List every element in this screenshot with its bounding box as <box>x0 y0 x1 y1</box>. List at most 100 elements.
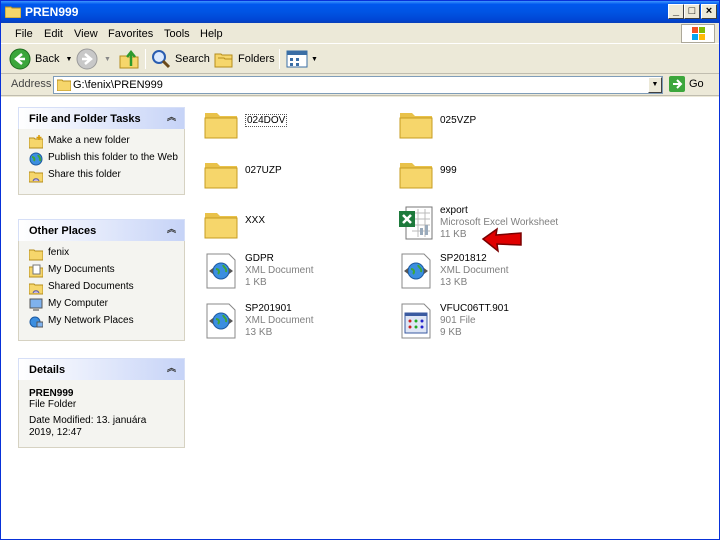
xml-document-icon <box>206 303 236 339</box>
up-folder-icon <box>119 49 139 69</box>
panel-body: fenix My Documents Shared Documents My C… <box>18 241 185 341</box>
file-size: 13 KB <box>440 277 468 288</box>
place-label: My Documents <box>48 264 115 275</box>
file-item[interactable]: GDPR XML Document 1 KB <box>203 253 314 289</box>
file-item[interactable]: VFUC06TT.901 901 File 9 KB <box>398 303 509 339</box>
task-pane: File and Folder Tasks ︽ Make a new folde… <box>1 97 197 539</box>
panel-header[interactable]: Other Places ︽ <box>18 219 185 241</box>
share-folder-icon <box>29 171 43 183</box>
my-documents-icon <box>29 264 43 278</box>
collapse-chevron-icon[interactable]: ︽ <box>165 224 178 237</box>
toolbar-separator <box>279 49 280 69</box>
menu-help[interactable]: Help <box>200 28 223 40</box>
file-item[interactable]: SP201901 XML Document 13 KB <box>203 303 314 339</box>
panel-header[interactable]: Details ︽ <box>18 358 185 380</box>
file-name: GDPR <box>245 253 274 264</box>
go-button[interactable]: Go <box>669 76 704 92</box>
file-size: 1 KB <box>245 277 267 288</box>
place-shared-documents[interactable]: Shared Documents <box>29 281 184 295</box>
panel-title: Other Places <box>29 225 97 237</box>
address-input[interactable]: G:\fenix\PREN999 ▼ <box>53 76 663 94</box>
xml-document-icon <box>206 253 236 289</box>
menu-view[interactable]: View <box>74 28 98 40</box>
file-name: SP201901 <box>245 303 292 314</box>
address-value: G:\fenix\PREN999 <box>73 79 163 91</box>
collapse-chevron-icon[interactable]: ︽ <box>165 363 178 376</box>
new-folder-icon <box>29 135 43 149</box>
close-button[interactable]: × <box>701 4 717 19</box>
file-item[interactable]: 024DOV <box>203 105 288 141</box>
back-button[interactable]: Back ▼ <box>9 48 72 70</box>
details-panel: Details ︽ PREN999 File Folder Date Modif… <box>18 358 185 448</box>
file-item[interactable]: SP201812 XML Document 13 KB <box>398 253 509 289</box>
red-arrow-icon <box>481 227 522 253</box>
place-my-network-places[interactable]: My Network Places <box>29 315 184 329</box>
back-label: Back <box>35 53 60 65</box>
task-publish-folder[interactable]: Publish this folder to the Web <box>29 152 184 166</box>
panel-title: Details <box>29 364 66 376</box>
task-label: Share this folder <box>48 169 121 180</box>
file-name: export <box>440 205 468 216</box>
place-my-documents[interactable]: My Documents <box>29 264 184 278</box>
explorer-window: PREN999 _ □ × File Edit View Favorites T… <box>0 0 720 540</box>
file-type: XML Document <box>245 315 314 326</box>
excel-file-icon <box>399 206 433 240</box>
panel-header[interactable]: File and Folder Tasks ︽ <box>18 107 185 129</box>
place-label: My Network Places <box>48 315 134 326</box>
folder-icon <box>5 6 21 18</box>
file-name: XXX <box>245 215 266 226</box>
file-item[interactable]: export Microsoft Excel Worksheet 11 KB <box>398 205 558 241</box>
back-dropdown-icon[interactable]: ▼ <box>65 56 72 63</box>
generic-file-icon <box>401 303 431 339</box>
menu-tools[interactable]: Tools <box>164 28 190 40</box>
detail-name: PREN999 <box>29 388 74 399</box>
panel-body: PREN999 File Folder Date Modified: 13. j… <box>18 380 185 448</box>
menu-file[interactable]: File <box>15 28 33 40</box>
search-button[interactable]: Search <box>151 48 210 70</box>
place-my-computer[interactable]: My Computer <box>29 298 184 312</box>
folder-icon <box>204 163 238 189</box>
place-fenix[interactable]: fenix <box>29 247 184 261</box>
file-folder-tasks-panel: File and Folder Tasks ︽ Make a new folde… <box>18 107 185 195</box>
views-icon <box>286 50 308 68</box>
folder-icon <box>204 213 238 239</box>
forward-dropdown-icon[interactable]: ▼ <box>104 56 111 63</box>
collapse-chevron-icon[interactable]: ︽ <box>165 112 178 125</box>
file-item[interactable]: XXX <box>203 205 265 241</box>
go-arrow-icon <box>669 76 685 92</box>
task-label: Publish this folder to the Web <box>48 152 178 163</box>
go-label: Go <box>689 78 704 90</box>
file-item[interactable]: 999 <box>398 155 457 191</box>
task-label: Make a new folder <box>48 135 130 146</box>
file-item[interactable]: 025VZP <box>398 105 476 141</box>
task-make-new-folder[interactable]: Make a new folder <box>29 135 184 149</box>
file-item[interactable]: 027UZP <box>203 155 282 191</box>
detail-modified: Date Modified: 13. januára 2019, 12:47 <box>29 415 147 438</box>
minimize-button[interactable]: _ <box>668 4 684 19</box>
forward-button[interactable]: ▼ <box>76 48 111 70</box>
title-bar[interactable]: PREN999 _ □ × <box>1 1 719 23</box>
address-dropdown-button[interactable]: ▼ <box>648 77 662 93</box>
folder-icon <box>399 163 433 189</box>
up-folder-button[interactable] <box>118 48 140 70</box>
globe-icon <box>29 152 43 166</box>
file-name: 999 <box>440 165 457 176</box>
search-icon <box>152 50 171 69</box>
menu-favorites[interactable]: Favorites <box>108 28 153 40</box>
file-size: 13 KB <box>245 327 273 338</box>
task-share-folder[interactable]: Share this folder <box>29 169 184 183</box>
menu-bar: File Edit View Favorites Tools Help <box>1 23 719 44</box>
maximize-button[interactable]: □ <box>684 4 700 19</box>
toolbar-separator <box>145 49 146 69</box>
my-computer-icon <box>29 298 43 311</box>
file-name: 027UZP <box>245 165 282 176</box>
window-title: PREN999 <box>25 5 79 19</box>
views-dropdown-icon[interactable]: ▼ <box>311 56 318 63</box>
menu-edit[interactable]: Edit <box>44 28 63 40</box>
place-label: Shared Documents <box>48 281 134 292</box>
content-area: File and Folder Tasks ︽ Make a new folde… <box>1 97 719 539</box>
folders-button[interactable]: Folders <box>214 48 275 70</box>
views-button[interactable]: ▼ <box>286 48 318 70</box>
detail-type: File Folder <box>29 399 77 410</box>
toolbar: Back ▼ ▼ Search Folders ▼ <box>1 45 719 74</box>
